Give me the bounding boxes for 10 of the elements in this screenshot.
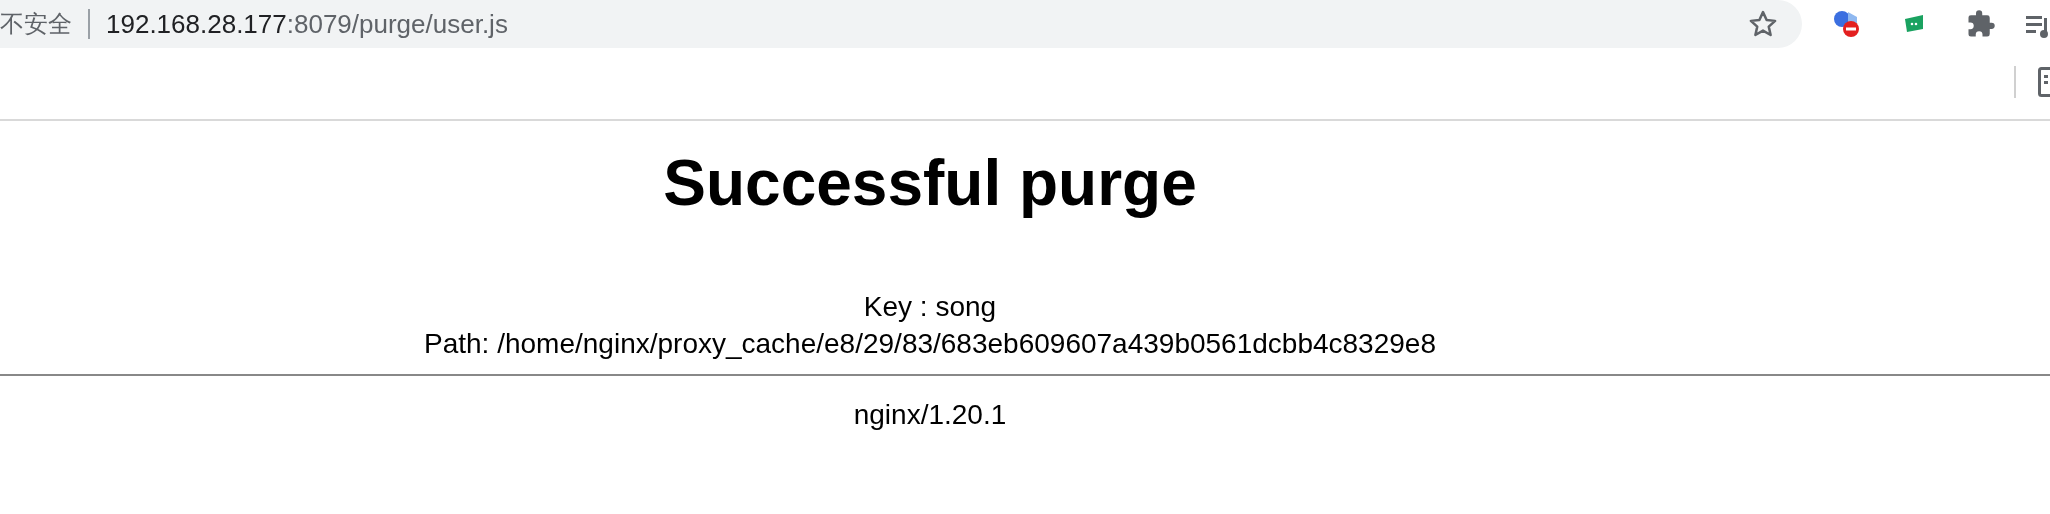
security-label: 不安全: [0, 9, 72, 40]
server-version: nginx/1.20.1: [853, 397, 1007, 432]
info-line: Path: /home/nginx/proxy_cache/e8/29/83/683eb609607a439b0561dcbb4c8329e8: [424, 326, 1436, 361]
page-heading: Successful purge: [663, 146, 1197, 221]
puzzle-icon[interactable]: [1966, 9, 1996, 39]
address-bar[interactable]: 不安全 192.168.28.177:8079/purge/user.js: [0, 0, 1803, 48]
star-icon[interactable]: [1748, 9, 1779, 39]
chat-extension-icon[interactable]: [1904, 14, 1925, 34]
url-text: 192.168.28.177:8079/purge/user.js: [106, 7, 508, 41]
info-line: Key : song: [863, 289, 997, 324]
